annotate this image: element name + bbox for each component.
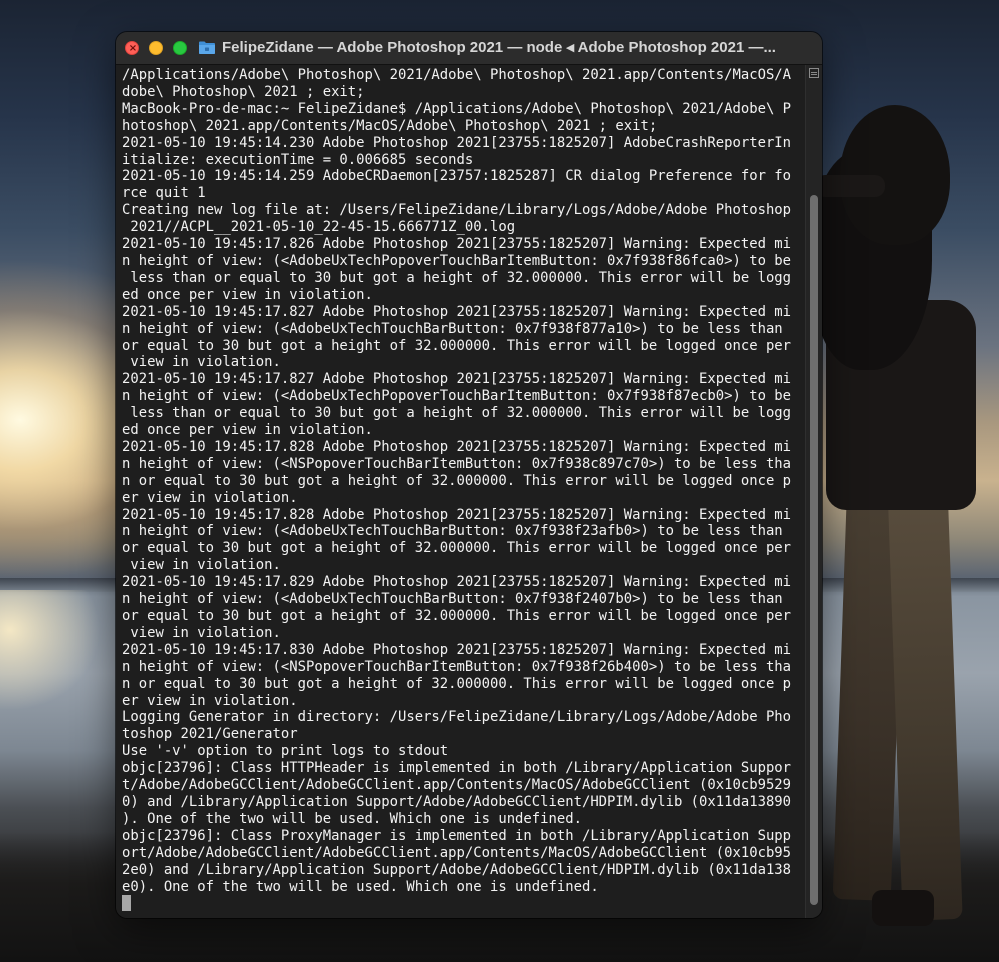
terminal-output[interactable]: /Applications/Adobe\ Photoshop\ 2021/Ado… <box>116 65 822 918</box>
terminal-line: or equal to 30 but got a height of 32.00… <box>122 608 792 624</box>
terminal-line: ed once per view in violation. <box>122 422 373 439</box>
terminal-line: 2021-05-10 19:45:14.230 Adobe Photoshop … <box>122 134 792 151</box>
terminal-line: 2021-05-10 19:45:17.829 Adobe Photoshop … <box>122 574 792 591</box>
close-button[interactable]: × <box>125 41 139 55</box>
terminal-line: view in violation. <box>122 557 281 574</box>
terminal-line: Use '-v' option to print logs to stdout <box>122 743 449 760</box>
window-titlebar[interactable]: × FelipeZidane — Adobe Photoshop 2021 — … <box>116 32 822 65</box>
terminal-line: 2021//ACPL__2021-05-10_22-45-15.666771Z_… <box>122 219 516 236</box>
terminal-line: objc[23796]: Class HTTPHeader is impleme… <box>122 760 792 777</box>
vertical-scrollbar[interactable] <box>805 65 822 918</box>
terminal-line: n height of view: (<AdobeUxTechPopoverTo… <box>122 388 792 405</box>
terminal-line: 2021-05-10 19:45:17.828 Adobe Photoshop … <box>122 438 792 455</box>
terminal-line: or equal to 30 but got a height of 32.00… <box>122 540 792 557</box>
terminal-line: view in violation. <box>122 354 281 371</box>
terminal-lines: /Applications/Adobe\ Photoshop\ 2021/Ado… <box>122 67 791 895</box>
terminal-line: ort/Adobe/AdobeGCClient/AdobeGCClient.ap… <box>122 844 792 861</box>
wallpaper-silhouette-shoe <box>872 890 934 926</box>
terminal-line: /Applications/Adobe\ Photoshop\ 2021/Ado… <box>122 67 792 83</box>
terminal-line: dobe\ Photoshop\ 2021 ; exit; <box>122 83 365 100</box>
zoom-button[interactable] <box>173 41 187 55</box>
terminal-line: e0). One of the two will be used. Which … <box>122 878 599 895</box>
terminal-cursor <box>122 895 131 912</box>
terminal-line: hotoshop\ 2021.app/Contents/MacOS/Adobe\… <box>122 117 658 134</box>
folder-icon <box>199 41 215 54</box>
terminal-line: Logging Generator in directory: /Users/F… <box>122 709 792 726</box>
terminal-line: or equal to 30 but got a height of 32.00… <box>122 337 792 354</box>
terminal-line: itialize: executionTime = 0.006685 secon… <box>122 151 474 168</box>
terminal-line: ed once per view in violation. <box>122 286 373 303</box>
terminal-line: n or equal to 30 but got a height of 32.… <box>122 472 792 489</box>
terminal-line: MacBook-Pro-de-mac:~ FelipeZidane$ /Appl… <box>122 100 792 117</box>
terminal-line: 0) and /Library/Application Support/Adob… <box>122 793 792 810</box>
minimize-button[interactable] <box>149 41 163 55</box>
terminal-line: 2021-05-10 19:45:17.826 Adobe Photoshop … <box>122 236 792 253</box>
window-title: FelipeZidane — Adobe Photoshop 2021 — no… <box>222 39 776 56</box>
terminal-line: 2021-05-10 19:45:14.259 AdobeCRDaemon[23… <box>122 168 792 185</box>
terminal-line: objc[23796]: Class ProxyManager is imple… <box>122 827 792 844</box>
close-icon: × <box>128 43 138 54</box>
terminal-line: er view in violation. <box>122 489 298 506</box>
terminal-output-text[interactable]: /Applications/Adobe\ Photoshop\ 2021/Ado… <box>122 67 806 912</box>
split-pane-icon[interactable] <box>809 68 819 78</box>
terminal-line: n or equal to 30 but got a height of 32.… <box>122 675 792 692</box>
terminal-line: n height of view: (<NSPopoverTouchBarIte… <box>122 658 792 675</box>
terminal-line: 2021-05-10 19:45:17.827 Adobe Photoshop … <box>122 303 792 320</box>
terminal-line: view in violation. <box>122 624 281 641</box>
terminal-line: n height of view: (<AdobeUxTechPopoverTo… <box>122 252 792 269</box>
scrollbar-thumb[interactable] <box>810 195 818 905</box>
terminal-line: toshop 2021/Generator <box>122 726 298 743</box>
terminal-line: n height of view: (<AdobeUxTechTouchBarB… <box>122 320 783 337</box>
terminal-line: less than or equal to 30 but got a heigh… <box>122 405 792 422</box>
terminal-line: 2021-05-10 19:45:17.828 Adobe Photoshop … <box>122 506 792 523</box>
terminal-line: Creating new log file at: /Users/FelipeZ… <box>122 202 792 219</box>
terminal-window[interactable]: × FelipeZidane — Adobe Photoshop 2021 — … <box>116 32 822 918</box>
terminal-line: less than or equal to 30 but got a heigh… <box>122 269 792 286</box>
terminal-line: t/Adobe/AdobeGCClient/AdobeGCClient.app/… <box>122 777 792 794</box>
terminal-line: 2021-05-10 19:45:17.827 Adobe Photoshop … <box>122 371 792 388</box>
terminal-line: er view in violation. <box>122 692 298 709</box>
wallpaper-silhouette-arm <box>815 175 885 197</box>
terminal-line: ). One of the two will be used. Which on… <box>122 810 582 827</box>
terminal-line: rce quit 1 <box>122 185 206 202</box>
terminal-line: 2021-05-10 19:45:17.830 Adobe Photoshop … <box>122 641 792 658</box>
terminal-line: n height of view: (<AdobeUxTechTouchBarB… <box>122 591 783 608</box>
terminal-line: 2e0) and /Library/Application Support/Ad… <box>122 861 792 878</box>
terminal-line: n height of view: (<NSPopoverTouchBarIte… <box>122 455 792 472</box>
terminal-line: n height of view: (<AdobeUxTechTouchBarB… <box>122 523 783 540</box>
